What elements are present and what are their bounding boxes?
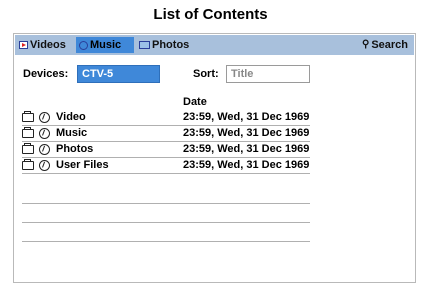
item-date: 23:59, Wed, 31 Dec 1969: [183, 127, 310, 139]
tab-videos[interactable]: Videos: [19, 37, 66, 53]
media-disc-icon: [39, 160, 50, 171]
video-icon: [19, 41, 28, 49]
tab-photos-label: Photos: [152, 39, 190, 51]
item-date: 23:59, Wed, 31 Dec 1969: [183, 111, 310, 123]
list-item[interactable]: Video 23:59, Wed, 31 Dec 1969: [22, 110, 310, 126]
folder-icon: [22, 143, 34, 154]
search-icon: ⚲: [362, 39, 370, 50]
tab-music-label: Music: [90, 39, 122, 51]
item-date: 23:59, Wed, 31 Dec 1969: [183, 159, 310, 171]
sort-field[interactable]: Title: [226, 65, 310, 83]
list-item[interactable]: Music 23:59, Wed, 31 Dec 1969: [22, 126, 310, 142]
tab-photos[interactable]: Photos: [139, 37, 189, 53]
empty-row-divider: [22, 203, 310, 204]
search-label: Search: [371, 39, 409, 51]
list-item[interactable]: Photos 23:59, Wed, 31 Dec 1969: [22, 142, 310, 158]
devices-label: Devices:: [23, 68, 69, 80]
page-title: List of Contents: [153, 6, 268, 23]
devices-select[interactable]: CTV-5: [77, 65, 160, 83]
folder-icon: [22, 111, 34, 122]
filter-row: Devices: CTV-5 Sort: Title: [14, 64, 415, 84]
item-name: User Files: [56, 159, 109, 171]
search-button[interactable]: ⚲ Search: [362, 37, 408, 53]
item-name: Video: [56, 111, 86, 123]
tab-bar: Videos Music Photos ⚲ Search: [15, 35, 414, 55]
empty-row-divider: [22, 222, 310, 223]
content-browser: Videos Music Photos ⚲ Search Devices: CT…: [13, 33, 416, 283]
sort-label: Sort:: [193, 68, 219, 80]
item-name: Photos: [56, 143, 94, 155]
media-disc-icon: [39, 112, 50, 123]
tab-music[interactable]: Music: [76, 37, 134, 53]
item-date: 23:59, Wed, 31 Dec 1969: [183, 143, 310, 155]
date-column-header[interactable]: Date: [183, 96, 207, 108]
tab-videos-label: Videos: [30, 39, 66, 51]
music-icon: [79, 40, 88, 50]
media-disc-icon: [39, 144, 50, 155]
empty-row-divider: [22, 241, 310, 242]
folder-icon: [22, 159, 34, 170]
photo-icon: [139, 41, 150, 49]
item-name: Music: [56, 127, 88, 139]
media-disc-icon: [39, 128, 50, 139]
folder-icon: [22, 127, 34, 138]
list-item[interactable]: User Files 23:59, Wed, 31 Dec 1969: [22, 158, 310, 174]
